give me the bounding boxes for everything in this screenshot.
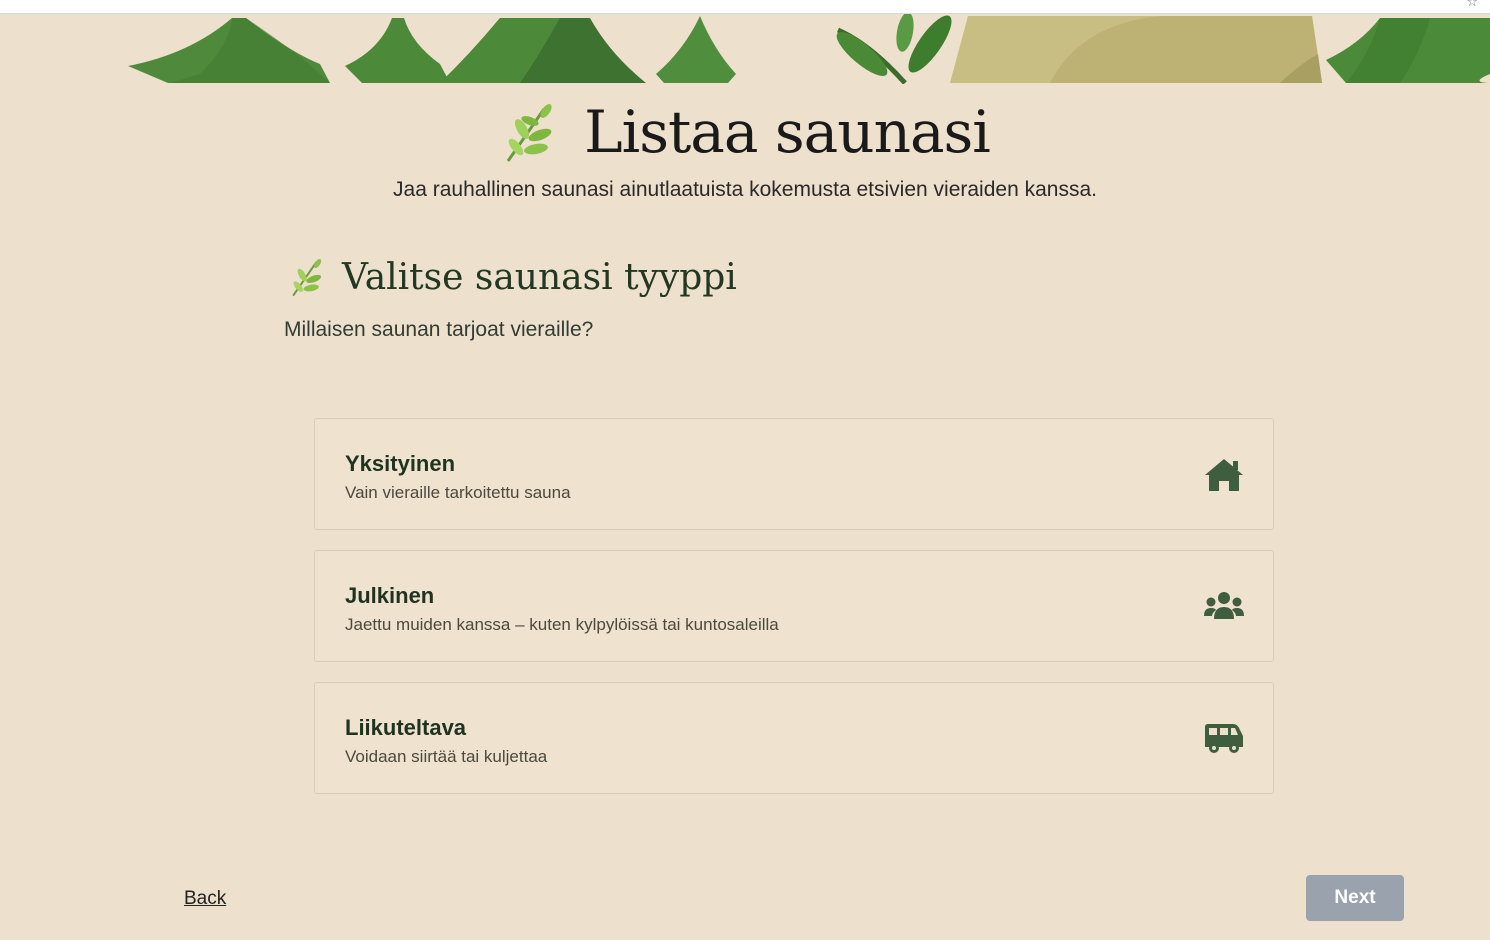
option-card-public[interactable]: Julkinen Jaettu muiden kanssa – kuten ky…: [314, 550, 1274, 662]
users-icon: [1204, 592, 1244, 619]
leaf-sprig-icon: [292, 259, 322, 297]
pine-tree-1: [128, 18, 330, 83]
option-title: Liikuteltava: [345, 715, 467, 740]
option-card-mobile[interactable]: Liikuteltava Voidaan siirtää tai kuljett…: [314, 682, 1274, 794]
van-icon: [1205, 724, 1243, 753]
back-link[interactable]: Back: [184, 888, 226, 910]
bookmark-star-icon[interactable]: ☆: [1466, 0, 1478, 10]
page-title: Listaa saunasi: [584, 98, 991, 166]
section-title: Valitse saunasi tyyppi: [342, 256, 737, 298]
section-subtitle: Millaisen saunan tarjoat vieraille?: [284, 318, 594, 341]
page: ☆ Listaa saunasi Jaa rauhallinen saunasi…: [0, 0, 1490, 940]
sauna-type-options: Yksityinen Vain vieraille tarkoitettu sa…: [314, 418, 1274, 814]
browser-toolbar-strip: ☆: [0, 0, 1490, 14]
home-icon: [1205, 459, 1243, 491]
option-title: Julkinen: [345, 583, 435, 608]
option-card-private[interactable]: Yksityinen Vain vieraille tarkoitettu sa…: [314, 418, 1274, 530]
forest-illustration: [128, 14, 1490, 84]
pine-tree-3: [440, 18, 646, 83]
option-description: Voidaan siirtää tai kuljettaa: [345, 747, 548, 766]
forest-banner: [0, 14, 1490, 84]
option-title: Yksityinen: [345, 451, 456, 476]
leaf-sprig-decoration: [836, 14, 952, 84]
leaf-sprig-icon: [506, 104, 552, 162]
section-header: Valitse saunasi tyyppi: [288, 256, 737, 298]
beige-mountain: [950, 16, 1322, 83]
hero-header: Listaa saunasi: [0, 98, 1490, 166]
pine-tree-5: [1326, 18, 1490, 83]
pine-tree-4: [656, 16, 736, 83]
option-description: Vain vieraille tarkoitettu sauna: [345, 483, 571, 502]
next-button[interactable]: Next: [1306, 875, 1404, 921]
page-subtitle: Jaa rauhallinen saunasi ainutlaatuista k…: [393, 178, 1097, 201]
pine-tree-2: [345, 18, 450, 83]
option-description: Jaettu muiden kanssa – kuten kylpylöissä…: [345, 615, 779, 634]
